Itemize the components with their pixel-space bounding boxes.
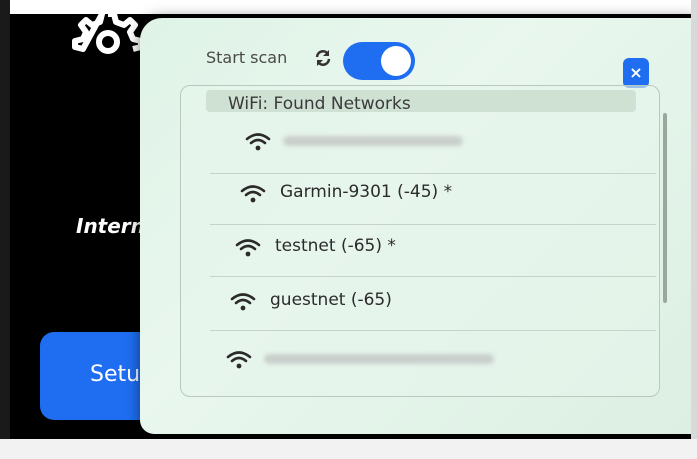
network-name: guestnet (-65) — [270, 290, 392, 310]
redacted-network-name — [264, 354, 494, 364]
row-divider — [210, 224, 656, 225]
wifi-icon — [245, 133, 271, 151]
photo-frame-right — [691, 0, 697, 459]
network-item[interactable] — [245, 122, 645, 170]
network-item[interactable]: guestnet (-65) — [230, 282, 630, 330]
row-divider — [210, 276, 656, 277]
wifi-icon — [240, 185, 266, 203]
wifi-scan-modal: Start scan × WiFi: Found Networks Garmin… — [140, 18, 696, 434]
network-name: testnet (-65) * — [275, 236, 396, 256]
photo-frame-left — [0, 0, 10, 459]
network-item[interactable]: Garmin-9301 (-45) * — [240, 174, 640, 222]
toggle-knob — [381, 46, 411, 76]
photo-frame-bottom — [0, 439, 697, 459]
network-name: Garmin-9301 (-45) * — [280, 182, 453, 202]
redacted-network-name — [283, 136, 463, 146]
wifi-icon — [230, 293, 256, 311]
refresh-icon — [315, 50, 331, 66]
wifi-icon — [226, 351, 252, 369]
list-scrollbar[interactable] — [663, 113, 667, 303]
wifi-icon — [235, 239, 261, 257]
scan-toggle[interactable] — [343, 42, 415, 80]
gear-icon[interactable] — [70, 8, 146, 60]
network-item[interactable] — [226, 340, 626, 388]
row-divider — [210, 330, 656, 331]
start-scan-label: Start scan — [206, 48, 288, 67]
network-item[interactable]: testnet (-65) * — [235, 228, 635, 276]
setup-button-label: Setu — [90, 362, 141, 387]
close-icon: × — [629, 63, 643, 82]
close-button[interactable]: × — [623, 58, 649, 88]
list-title: WiFi: Found Networks — [228, 94, 411, 114]
